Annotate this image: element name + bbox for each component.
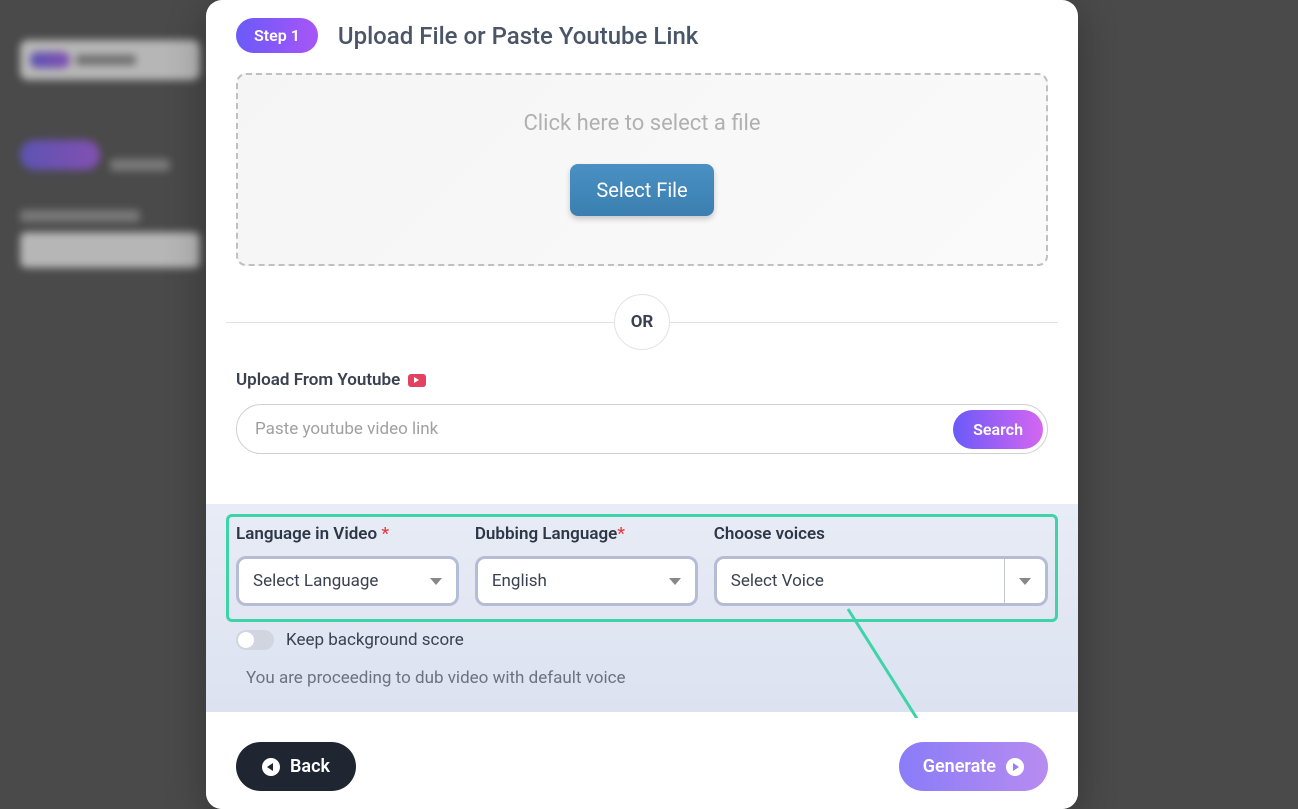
step-header: Step 1 Upload File or Paste Youtube Link	[236, 18, 1048, 53]
chevron-down-icon	[430, 578, 442, 585]
step-badge: Step 1	[236, 18, 318, 53]
dubbing-language-label: Dubbing Language*	[475, 524, 698, 544]
arrow-left-circle-icon	[262, 758, 280, 776]
step-title: Upload File or Paste Youtube Link	[338, 22, 698, 50]
youtube-input-row: Search	[236, 404, 1048, 454]
source-language-label: Language in Video *	[236, 524, 459, 544]
keep-background-toggle[interactable]	[236, 630, 274, 650]
file-dropzone[interactable]: Click here to select a file Select File	[236, 73, 1048, 266]
or-label: OR	[614, 294, 670, 350]
choose-voices-label: Choose voices	[714, 524, 1048, 544]
generate-button[interactable]: Generate	[899, 742, 1048, 791]
youtube-link-input[interactable]	[255, 419, 953, 439]
youtube-search-button[interactable]: Search	[953, 410, 1043, 449]
or-divider: OR	[236, 294, 1048, 350]
keep-background-label: Keep background score	[286, 630, 464, 650]
default-voice-notice: You are proceeding to dub video with def…	[236, 668, 1048, 688]
arrow-annotation	[838, 604, 958, 718]
language-section: Language in Video * Select Language Dubb…	[206, 504, 1078, 712]
youtube-icon	[408, 374, 426, 387]
dropzone-hint: Click here to select a file	[258, 111, 1026, 136]
chevron-down-icon	[669, 578, 681, 585]
dubbing-language-select[interactable]: English	[475, 556, 698, 606]
select-file-button[interactable]: Select File	[570, 164, 713, 216]
modal-footer: Back Generate	[206, 718, 1078, 809]
choose-voices-select[interactable]: Select Voice	[714, 556, 1048, 606]
upload-modal: Step 1 Upload File or Paste Youtube Link…	[206, 0, 1078, 809]
arrow-right-circle-icon	[1006, 758, 1024, 776]
background-blur	[0, 0, 220, 809]
source-language-select[interactable]: Select Language	[236, 556, 459, 606]
back-button[interactable]: Back	[236, 742, 356, 791]
youtube-section-label: Upload From Youtube	[236, 370, 1048, 390]
chevron-down-icon	[1019, 578, 1031, 585]
